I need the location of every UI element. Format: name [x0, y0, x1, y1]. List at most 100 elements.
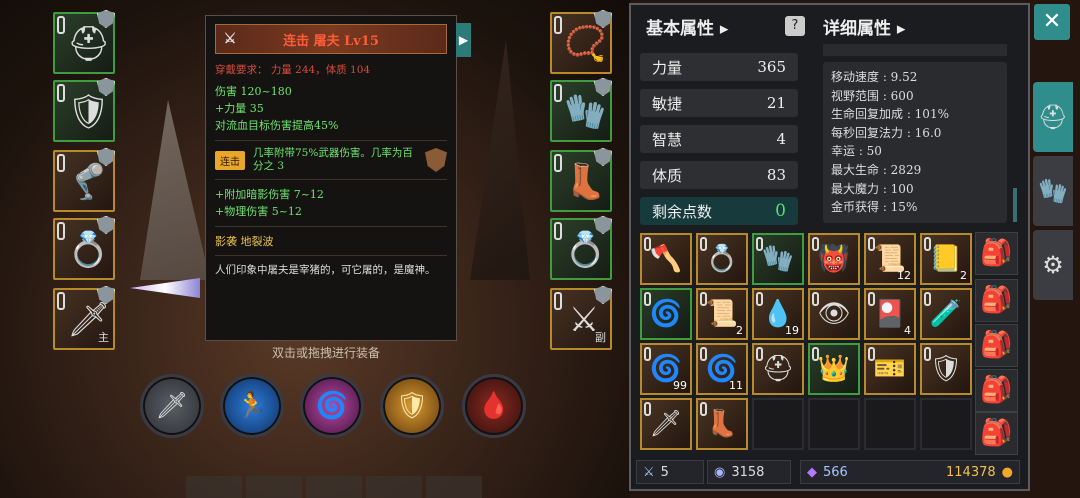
- lock-icon: [554, 222, 562, 240]
- bottom-tab[interactable]: [186, 476, 242, 498]
- gold-count: 114378: [946, 464, 996, 480]
- ring-icon: 💍: [564, 230, 607, 270]
- item-count: 99: [673, 379, 687, 392]
- inventory-slot[interactable]: 👢: [696, 398, 748, 450]
- item-icon: 🧪: [929, 299, 963, 329]
- inventory-slot[interactable]: 🎴 4: [864, 288, 916, 340]
- tab-gloves[interactable]: 🧤: [1033, 156, 1073, 226]
- detail-attributes-title: 详细属性 ▸: [823, 19, 906, 39]
- inventory-slot[interactable]: 👑: [808, 343, 860, 395]
- equip-slot[interactable]: 🛡: [53, 78, 115, 142]
- detail-line: 生命回复加成 : 101%: [831, 107, 949, 122]
- tooltip-stat: +力量 35: [215, 102, 264, 115]
- tooltip-expand-arrow-icon[interactable]: ▶: [456, 23, 471, 57]
- bottom-tab[interactable]: [306, 476, 362, 498]
- lock-icon: [57, 222, 65, 240]
- equip-slot[interactable]: 🗡 主: [53, 286, 115, 350]
- bag-icon[interactable]: 🎒: [975, 324, 1018, 367]
- remaining-points: 剩余点数 0: [640, 197, 798, 225]
- equip-slot[interactable]: ⛑: [53, 10, 115, 74]
- leg-armor-icon: 🦿: [67, 162, 110, 202]
- equip-slot[interactable]: 🦿: [53, 148, 115, 212]
- inventory-slot[interactable]: [920, 398, 972, 450]
- lock-icon: [57, 84, 65, 102]
- equip-slot[interactable]: 📿: [550, 10, 612, 74]
- skill-blood[interactable]: 🩸: [462, 374, 526, 438]
- inventory-slot[interactable]: 👁: [808, 288, 860, 340]
- attr-name: 敏捷: [652, 94, 683, 113]
- detail-line: 移动速度 : 9.52: [831, 70, 918, 84]
- detail-scrollbar[interactable]: [1013, 188, 1017, 222]
- inventory-slot[interactable]: 🌀 99: [640, 343, 692, 395]
- inventory-slot[interactable]: 📜 2: [696, 288, 748, 340]
- bag-icon[interactable]: 🎒: [975, 412, 1018, 455]
- bag-icon[interactable]: 🎒: [975, 232, 1018, 275]
- inventory-slot[interactable]: 🧪: [920, 288, 972, 340]
- bottom-tab[interactable]: [246, 476, 302, 498]
- skill-slash[interactable]: 🌀: [300, 374, 364, 438]
- inventory-slot[interactable]: 🗡: [640, 398, 692, 450]
- inventory-slot[interactable]: 🧤: [752, 233, 804, 285]
- skill-sword[interactable]: 🗡: [140, 374, 204, 438]
- tab-equipment[interactable]: ⛑: [1033, 82, 1073, 152]
- helmet-icon: ⛑: [1037, 103, 1069, 131]
- combo-text: 几率附带75%武器伤害。几率为百分之 3: [253, 147, 413, 172]
- item-icon: 🌀: [649, 299, 683, 329]
- tooltip-stat: 伤害 120~180: [215, 85, 292, 98]
- item-icon: 👹: [817, 244, 851, 274]
- bag-icon[interactable]: 🎒: [975, 279, 1018, 322]
- inventory-slot[interactable]: 📜 12: [864, 233, 916, 285]
- attr-value: 83: [766, 166, 786, 184]
- bottom-tab[interactable]: [366, 476, 422, 498]
- attr-value: 21: [766, 94, 786, 112]
- equip-slot[interactable]: ⚔ 副: [550, 286, 612, 350]
- shield-icon: [425, 148, 447, 172]
- currency-swords: ⚔ 5: [636, 460, 704, 484]
- weapon-on-ground: [130, 278, 200, 298]
- inventory-slot[interactable]: 💍: [696, 233, 748, 285]
- inventory-slot[interactable]: 📒 2: [920, 233, 972, 285]
- tab-settings[interactable]: ⚙: [1033, 230, 1073, 300]
- equip-slot[interactable]: 💍: [550, 216, 612, 280]
- item-icon: 👑: [817, 354, 851, 384]
- detail-line: 幸运 : 50: [831, 144, 882, 159]
- combo-label: 连击: [215, 150, 245, 170]
- tooltip-description: 人们印象中屠夫是宰猪的，可它屠的，是魔神。: [215, 264, 436, 276]
- crossed-swords-icon: ⚔: [223, 31, 237, 47]
- gloves-icon: 🧤: [1038, 177, 1068, 205]
- attr-wisdom: 智慧 4: [640, 125, 798, 153]
- inventory-slot[interactable]: [864, 398, 916, 450]
- bag-icon[interactable]: 🎒: [975, 369, 1018, 412]
- inventory-slot[interactable]: 🛡: [920, 343, 972, 395]
- inventory-slot[interactable]: [752, 398, 804, 450]
- item-icon: ⛑: [761, 354, 795, 384]
- inventory-slot[interactable]: 🌀: [640, 288, 692, 340]
- inventory-slot[interactable]: 🪓: [640, 233, 692, 285]
- inventory-slot[interactable]: 🎫: [864, 343, 916, 395]
- bottom-tab[interactable]: [426, 476, 482, 498]
- gloves-icon: 🧤: [564, 92, 607, 132]
- lock-icon: [554, 84, 562, 102]
- orb-icon: ◉: [714, 464, 726, 480]
- tooltip-combo: 连击 几率附带75%武器伤害。几率为百分之 3: [215, 147, 447, 173]
- close-button[interactable]: ✕: [1034, 4, 1070, 40]
- inventory-slot[interactable]: 👹: [808, 233, 860, 285]
- item-count: 12: [897, 269, 911, 282]
- lock-icon: [554, 292, 562, 310]
- help-icon[interactable]: ?: [785, 16, 805, 36]
- inventory-slot[interactable]: ⛑: [752, 343, 804, 395]
- item-icon: 💍: [705, 244, 739, 274]
- inventory-slot[interactable]: [808, 398, 860, 450]
- equip-slot[interactable]: 💍: [53, 216, 115, 280]
- item-icon: 🎫: [873, 354, 907, 384]
- inventory-slot[interactable]: 🌀 11: [696, 343, 748, 395]
- lock-icon: [57, 154, 65, 172]
- attr-name: 力量: [652, 58, 683, 77]
- inventory-slot[interactable]: 💧 19: [752, 288, 804, 340]
- equip-slot[interactable]: 🧤: [550, 78, 612, 142]
- skill-shield[interactable]: 🛡: [380, 374, 444, 438]
- detail-line: 最大魔力 : 100: [831, 181, 914, 196]
- equip-slot[interactable]: 👢: [550, 148, 612, 212]
- skill-dash[interactable]: 🏃: [220, 374, 284, 438]
- slot-tag: 主: [98, 331, 109, 344]
